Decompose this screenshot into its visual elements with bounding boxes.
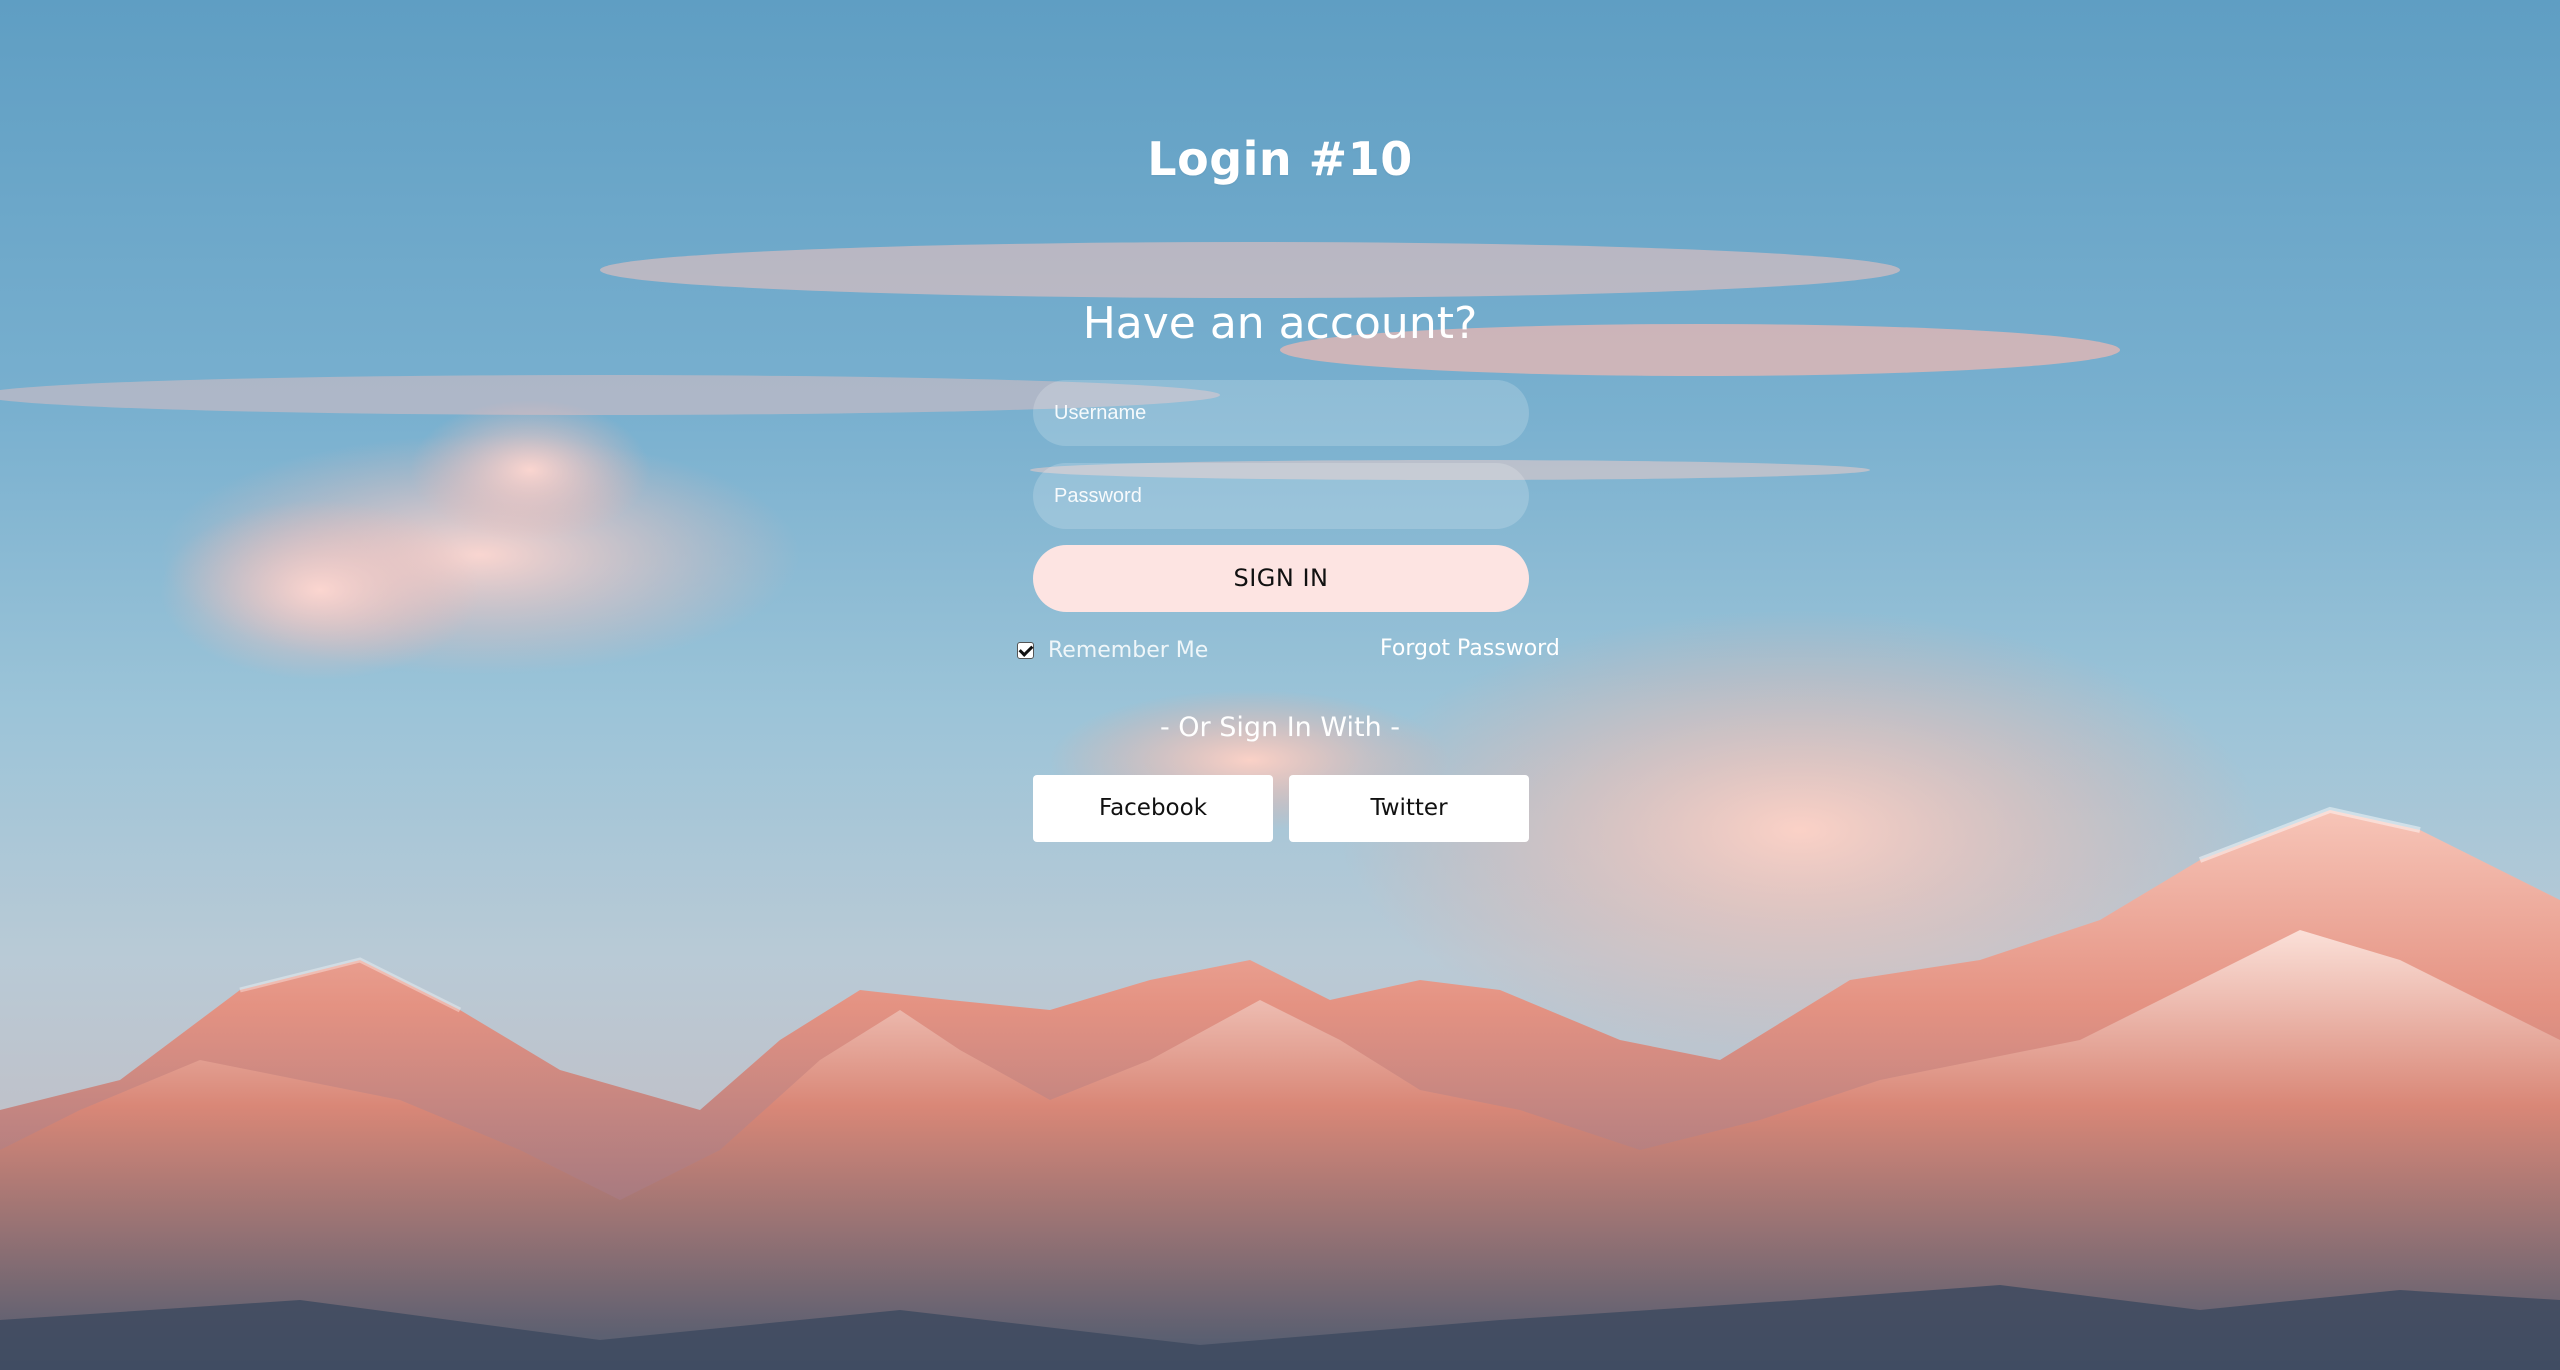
facebook-button[interactable]: Facebook	[1033, 775, 1273, 842]
form-heading: Have an account?	[1082, 298, 1478, 349]
page-title: Login #10	[1147, 132, 1413, 186]
username-input[interactable]	[1033, 380, 1529, 446]
remember-me-label: Remember Me	[1048, 637, 1209, 663]
login-page: Login #10 Have an account? SIGN IN Remem…	[0, 0, 2560, 1370]
remember-me-checkbox[interactable]	[1017, 641, 1034, 659]
social-divider: - Or Sign In With -	[1159, 712, 1401, 743]
forgot-password-link[interactable]: Forgot Password	[1380, 636, 1560, 661]
sign-in-button[interactable]: SIGN IN	[1033, 545, 1529, 612]
twitter-button[interactable]: Twitter	[1289, 775, 1529, 842]
remember-me[interactable]: Remember Me	[1017, 636, 1208, 664]
password-input[interactable]	[1033, 463, 1529, 529]
